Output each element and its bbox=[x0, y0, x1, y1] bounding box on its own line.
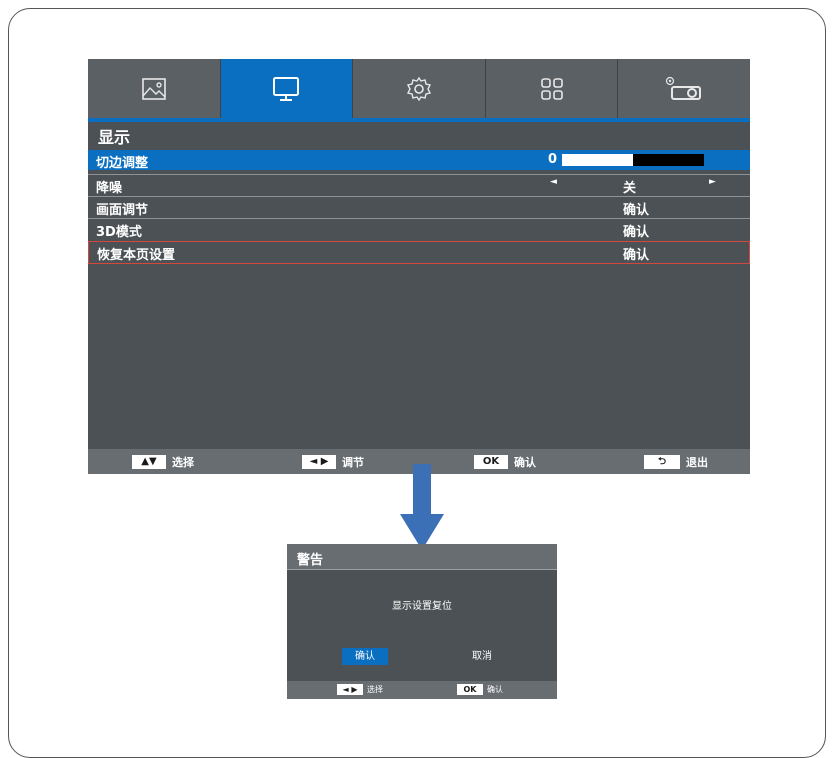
picture-icon bbox=[141, 77, 166, 100]
tab-apps[interactable] bbox=[486, 59, 619, 118]
tab-bar bbox=[88, 59, 750, 118]
menu-item-label: 切边调整 bbox=[96, 156, 149, 171]
left-right-key: ◄ ▶ bbox=[302, 455, 336, 469]
osd-menu: 显示 切边调整 0 降噪 ◄ 关 ► 画面调节 确认 3D模式 确认 恢复本页设… bbox=[88, 59, 750, 474]
hint-label: 退出 bbox=[686, 456, 708, 469]
dialog-hint-bar: ◄ ▶ 选择 OK 确认 bbox=[287, 681, 557, 699]
apps-grid-icon bbox=[540, 77, 563, 100]
tab-display[interactable] bbox=[220, 59, 354, 118]
ok-key: OK bbox=[474, 455, 508, 469]
hint-label: 选择 bbox=[172, 456, 194, 469]
confirm-button[interactable]: 确认 bbox=[342, 648, 388, 665]
left-arrow-icon[interactable]: ◄ bbox=[550, 177, 557, 187]
menu-item-value: 确认 bbox=[623, 203, 650, 218]
hint-label: 确认 bbox=[487, 685, 503, 694]
hint-confirm: OK 确认 bbox=[474, 454, 536, 470]
menu-item-overscan[interactable]: 切边调整 0 bbox=[88, 150, 750, 171]
dialog-header: 警告 bbox=[287, 544, 557, 570]
menu-item-label: 3D模式 bbox=[96, 225, 142, 240]
slider-value: 0 bbox=[548, 152, 558, 167]
tab-projector[interactable] bbox=[618, 59, 750, 118]
dialog-message: 显示设置复位 bbox=[392, 601, 452, 612]
dialog-hint-select: ◄ ▶ 选择 bbox=[337, 684, 383, 695]
return-key-icon: ⮌ bbox=[644, 455, 680, 469]
settings-gear-icon bbox=[406, 76, 432, 101]
cancel-button[interactable]: 取消 bbox=[459, 648, 505, 665]
menu-title: 显示 bbox=[98, 128, 131, 147]
dialog-title: 警告 bbox=[297, 553, 324, 568]
menu-item-value: 确认 bbox=[623, 248, 650, 263]
ok-key: OK bbox=[457, 684, 483, 695]
tab-picture[interactable] bbox=[88, 59, 221, 118]
menu-item-picture-adjust[interactable]: 画面调节 确认 bbox=[88, 196, 750, 218]
menu-item-value: 确认 bbox=[623, 225, 650, 240]
tab-underline bbox=[88, 118, 750, 122]
menu-item-label: 恢复本页设置 bbox=[97, 248, 176, 263]
hint-exit: ⮌ 退出 bbox=[644, 454, 708, 470]
tab-settings[interactable] bbox=[353, 59, 486, 118]
menu-item-noise-reduction[interactable]: 降噪 ◄ 关 ► bbox=[88, 174, 750, 196]
hint-select: ▲▼ 选择 bbox=[132, 454, 194, 470]
right-arrow-icon[interactable]: ► bbox=[709, 177, 716, 187]
up-down-key: ▲▼ bbox=[132, 455, 166, 469]
menu-item-value: 关 bbox=[623, 181, 637, 196]
dialog-hint-confirm: OK 确认 bbox=[457, 684, 503, 695]
hint-adjust: ◄ ▶ 调节 bbox=[302, 454, 364, 470]
menu-item-label: 画面调节 bbox=[96, 203, 149, 218]
hint-label: 选择 bbox=[367, 685, 383, 694]
down-arrow-icon bbox=[400, 464, 444, 550]
menu-item-3d-mode[interactable]: 3D模式 确认 bbox=[88, 218, 750, 240]
warning-dialog: 警告 显示设置复位 确认 取消 ◄ ▶ 选择 OK 确认 bbox=[287, 544, 557, 699]
menu-item-label: 降噪 bbox=[96, 181, 123, 196]
hint-label: 调节 bbox=[342, 456, 364, 469]
display-icon bbox=[273, 76, 300, 101]
hint-label: 确认 bbox=[514, 456, 536, 469]
menu-item-reset-page[interactable]: 恢复本页设置 确认 bbox=[88, 241, 750, 264]
left-right-key: ◄ ▶ bbox=[337, 684, 363, 695]
overscan-slider[interactable] bbox=[562, 154, 704, 166]
slider-fill bbox=[562, 154, 633, 166]
projector-settings-icon bbox=[666, 76, 702, 100]
